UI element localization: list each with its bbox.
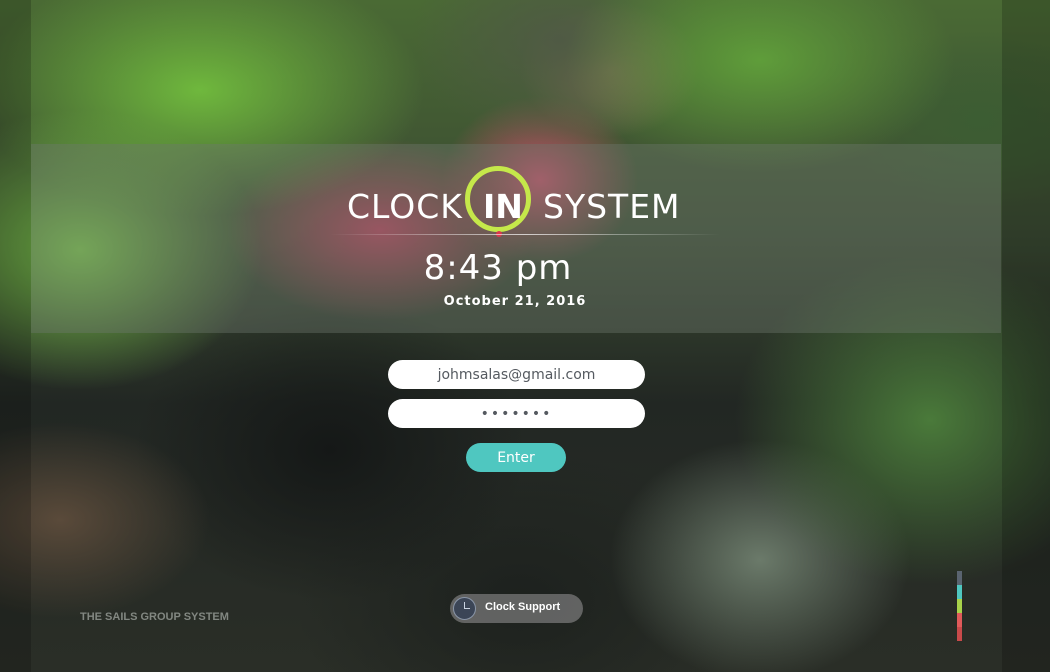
clock-icon — [453, 597, 476, 620]
right-shade — [1002, 0, 1050, 672]
current-time: 8:43 pm — [423, 248, 573, 288]
clock-support-button[interactable]: Clock Support — [450, 594, 583, 623]
color-legend-bar — [957, 571, 962, 641]
color-bar-segment-2 — [957, 585, 962, 599]
email-field[interactable] — [388, 360, 645, 389]
color-bar-segment-5 — [957, 627, 962, 641]
app-logo: CLOCK IN SYSTEM — [345, 163, 685, 243]
logo-word-system: SYSTEM — [543, 187, 681, 226]
logo-word-clock: CLOCK — [347, 187, 463, 226]
footer-brand: THE SAILS GROUP SYSTEM — [80, 611, 229, 623]
enter-button[interactable]: Enter — [466, 443, 566, 472]
color-bar-segment-3 — [957, 599, 962, 613]
logo-word-in: IN — [483, 187, 523, 226]
background-photo — [0, 0, 1050, 672]
password-field[interactable] — [388, 399, 645, 428]
color-bar-segment-1 — [957, 571, 962, 585]
left-shade — [0, 0, 31, 672]
clock-support-label: Clock Support — [485, 601, 561, 613]
color-bar-segment-4 — [957, 613, 962, 627]
current-date: October 21, 2016 — [443, 294, 587, 309]
logo-divider — [330, 234, 720, 235]
